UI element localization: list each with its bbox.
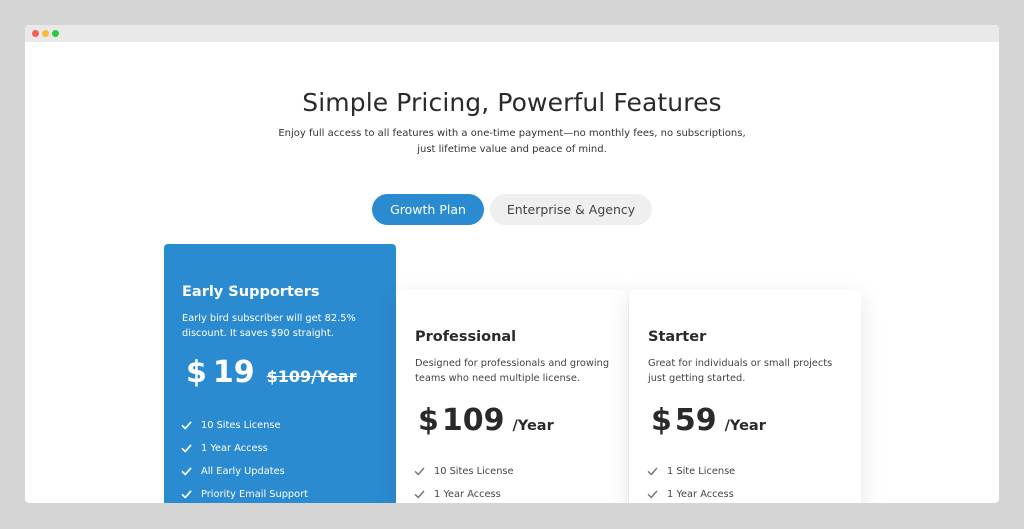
feature-label: 10 Sites License bbox=[201, 420, 281, 431]
close-window-dot[interactable] bbox=[32, 30, 39, 37]
tab-growth-plan[interactable]: Growth Plan bbox=[372, 194, 484, 225]
check-icon bbox=[181, 466, 192, 477]
check-icon bbox=[647, 489, 658, 500]
check-icon bbox=[647, 466, 658, 477]
feature-list: 1 Site License 1 Year Access bbox=[647, 460, 735, 503]
plan-description: Designed for professionals and growing t… bbox=[415, 358, 610, 384]
plan-card-early-supporters: Early Supporters Early bird subscriber w… bbox=[164, 244, 396, 503]
feature-label: Priority Email Support bbox=[201, 489, 309, 500]
feature-item: 1 Year Access bbox=[181, 437, 308, 460]
plan-title: Early Supporters bbox=[182, 284, 320, 300]
feature-item: 1 Year Access bbox=[414, 483, 514, 503]
maximize-window-dot[interactable] bbox=[52, 30, 59, 37]
plan-title: Professional bbox=[415, 329, 517, 345]
feature-label: 1 Year Access bbox=[667, 489, 734, 500]
old-price: $109/Year bbox=[266, 367, 357, 386]
check-icon bbox=[181, 489, 192, 500]
check-icon bbox=[414, 466, 425, 477]
feature-list: 10 Sites License 1 Year Access bbox=[414, 460, 514, 503]
plan-price: $ 109 /Year bbox=[418, 403, 554, 438]
price-amount: 19 bbox=[212, 355, 255, 390]
feature-item: 10 Sites License bbox=[414, 460, 514, 483]
check-icon bbox=[181, 420, 192, 431]
price-period: /Year bbox=[724, 418, 766, 434]
feature-label: All Early Updates bbox=[201, 466, 285, 477]
plan-card-starter: Starter Great for individuals or small p… bbox=[629, 290, 861, 503]
price-amount: 109 bbox=[441, 403, 505, 438]
plan-price: $ 59 /Year bbox=[651, 403, 766, 438]
price-period: /Year bbox=[512, 418, 554, 434]
plan-description: Early bird subscriber will get 82.5% dis… bbox=[182, 313, 356, 339]
price-amount: 59 bbox=[674, 403, 717, 438]
feature-label: 10 Sites License bbox=[434, 466, 514, 477]
feature-item: Priority Email Support bbox=[181, 483, 308, 503]
window-titlebar bbox=[25, 25, 999, 42]
feature-label: 1 Year Access bbox=[434, 489, 501, 500]
price-currency: $ bbox=[186, 355, 207, 390]
tab-enterprise-agency[interactable]: Enterprise & Agency bbox=[490, 194, 652, 225]
feature-label: 1 Site License bbox=[667, 466, 736, 477]
page-subtitle: Enjoy full access to all features with a… bbox=[278, 128, 746, 155]
feature-item: 10 Sites License bbox=[181, 414, 308, 437]
page-title: Simple Pricing, Powerful Features bbox=[302, 88, 722, 117]
feature-label: 1 Year Access bbox=[201, 443, 268, 454]
price-currency: $ bbox=[418, 403, 439, 438]
plan-price: $ 19 $109/Year bbox=[186, 355, 357, 390]
plan-title: Starter bbox=[648, 329, 707, 345]
pricing-section: Simple Pricing, Powerful Features Enjoy … bbox=[25, 42, 999, 503]
feature-item: 1 Site License bbox=[647, 460, 735, 483]
feature-item: All Early Updates bbox=[181, 460, 308, 483]
feature-list: 10 Sites License 1 Year Access All Early… bbox=[181, 414, 308, 503]
minimize-window-dot[interactable] bbox=[42, 30, 49, 37]
browser-window: Simple Pricing, Powerful Features Enjoy … bbox=[25, 25, 999, 503]
check-icon bbox=[181, 443, 192, 454]
feature-item: 1 Year Access bbox=[647, 483, 735, 503]
check-icon bbox=[414, 489, 425, 500]
plan-description: Great for individuals or small projects … bbox=[648, 358, 833, 384]
plan-card-professional: Professional Designed for professionals … bbox=[396, 290, 628, 503]
price-currency: $ bbox=[651, 403, 672, 438]
